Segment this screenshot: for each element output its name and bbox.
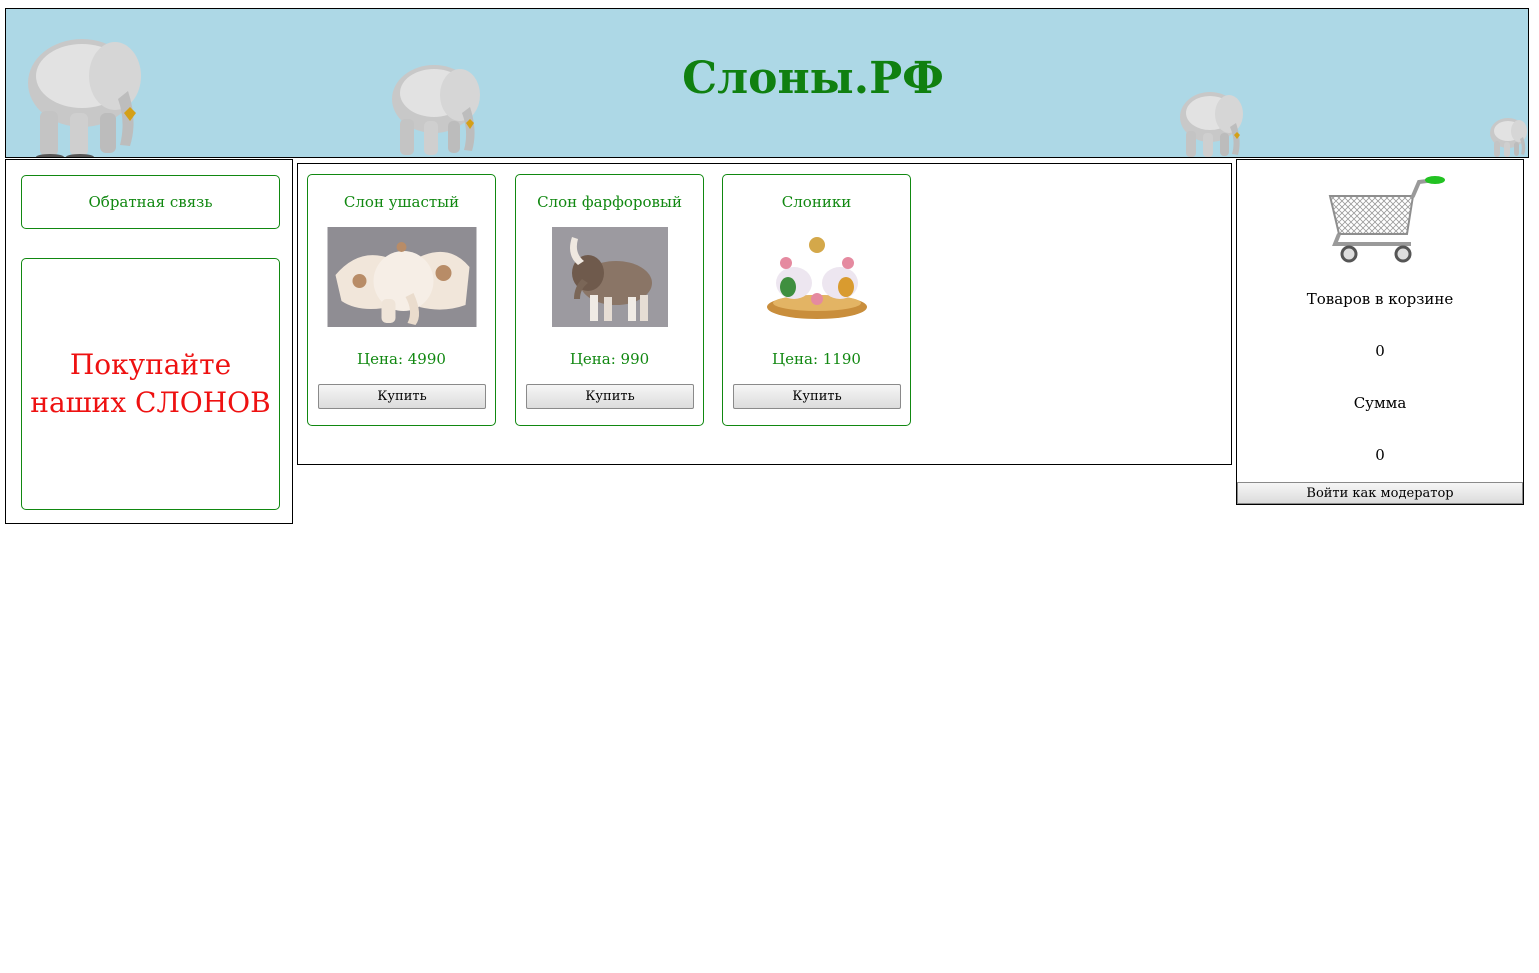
product-name: Слоники [781, 193, 852, 211]
product-price: Цена: 1190 [772, 350, 861, 368]
porcelain-elephant-figurine-image [551, 227, 668, 327]
cart-items-count: 0 [1375, 342, 1385, 360]
product-price: Цена: 4990 [357, 350, 446, 368]
promo-text: Покупайте наших СЛОНОВ [30, 348, 271, 419]
site-header: Слоны.РФ [5, 8, 1529, 158]
feedback-label: Обратная связь [88, 193, 213, 211]
left-sidebar: Обратная связь Покупайте наших СЛОНОВ [5, 159, 293, 524]
buy-button[interactable]: Купить [526, 384, 694, 409]
elephant-decoration-icon [1180, 92, 1243, 157]
cart-sum-value: 0 [1375, 446, 1385, 464]
cart-items-label: Товаров в корзине [1306, 290, 1454, 308]
product-name: Слон ушастый [343, 193, 460, 211]
login-moderator-button[interactable]: Войти как модератор [1237, 482, 1523, 504]
promo-banner: Покупайте наших СЛОНОВ [21, 258, 280, 510]
site-title: Слоны.РФ [682, 53, 944, 104]
product-card: Слон ушастый Цена: 4990 Купить [307, 174, 496, 426]
cart-sum-label: Сумма [1353, 394, 1407, 412]
product-name: Слон фарфоровый [537, 193, 682, 211]
product-card: Слоники Цена: 1190 Купить [722, 174, 911, 426]
feedback-button[interactable]: Обратная связь [21, 175, 280, 229]
product-price: Цена: 990 [569, 350, 650, 368]
shopping-cart-icon [1328, 176, 1445, 263]
cart-panel: Товаров в корзине 0 Сумма 0 Войти как мо… [1236, 159, 1524, 505]
elephant-decoration-icon [1490, 118, 1527, 157]
white-eared-elephant-figurine-image [327, 227, 476, 327]
product-card: Слон фарфоровый Цена: 990 Купить [515, 174, 704, 426]
buy-button[interactable]: Купить [733, 384, 901, 409]
pair-of-elephants-figurine-image [761, 227, 872, 327]
products-panel: Слон ушастый Цена: 4990 Купить Слон фарф… [297, 163, 1232, 465]
buy-button[interactable]: Купить [318, 384, 486, 409]
page: Слоны.РФ Обратная связь Покупайте наших … [0, 0, 1539, 973]
